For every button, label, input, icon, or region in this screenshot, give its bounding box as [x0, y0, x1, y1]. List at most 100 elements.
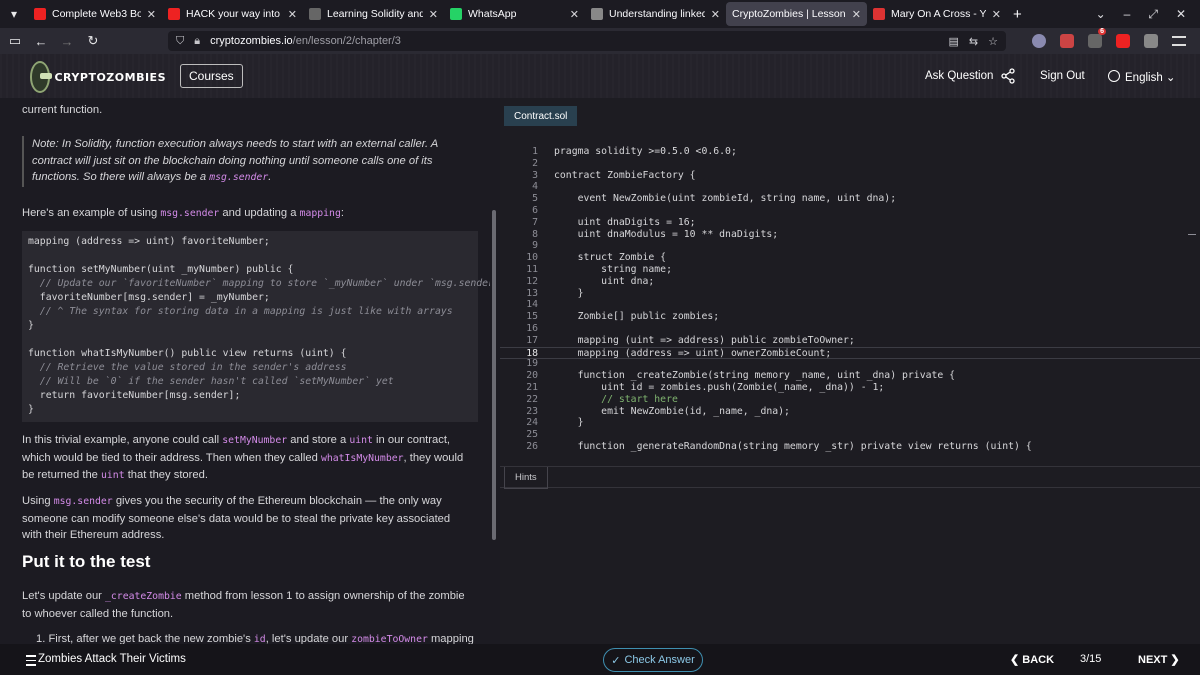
extension-shield-icon[interactable] — [1060, 34, 1074, 48]
code-line[interactable]: 6 — [500, 205, 1200, 217]
back-button[interactable]: ❮ BACK — [1010, 653, 1054, 666]
line-number: 7 — [532, 216, 538, 228]
tab-list-icon[interactable]: ▾ — [0, 0, 28, 28]
browser-tab[interactable]: Learning Solidity and Web ✕ — [303, 0, 444, 28]
hints-tab[interactable]: Hints — [504, 467, 548, 489]
extension-youtube-icon[interactable] — [1116, 34, 1130, 48]
code-line[interactable]: 11 string name; — [500, 264, 1200, 276]
code-line[interactable]: 14 — [500, 299, 1200, 311]
line-text: string name; — [554, 264, 672, 275]
check-answer-button[interactable]: ✓ Check Answer — [603, 648, 703, 672]
sign-out-link[interactable]: Sign Out — [1040, 70, 1085, 82]
code-line[interactable]: 18 mapping (address => uint) ownerZombie… — [500, 346, 1200, 359]
window-controls: ⌄ ‒ ⤢ ✕ — [1096, 0, 1200, 28]
share-icon[interactable] — [1000, 68, 1016, 84]
youtube-icon — [168, 8, 180, 20]
courses-button[interactable]: Courses — [180, 64, 243, 88]
code-line[interactable]: 7 uint dnaDigits = 16; — [500, 217, 1200, 229]
close-tab-icon[interactable]: ✕ — [711, 8, 720, 21]
close-tab-icon[interactable]: ✕ — [570, 8, 579, 21]
code-line[interactable]: 19 — [500, 358, 1200, 370]
line-number: 6 — [532, 205, 538, 216]
code-line[interactable]: 15 Zombie[] public zombies; — [500, 311, 1200, 323]
sidebar-toggle-icon[interactable]: ▭ — [4, 30, 26, 52]
close-window-icon[interactable]: ✕ — [1176, 7, 1186, 21]
example-code-b: mapping — [299, 208, 341, 219]
line-number: 14 — [526, 299, 538, 311]
trivial-text-a: In this trivial example, anyone could ca… — [22, 434, 220, 446]
code-line[interactable]: 16 — [500, 323, 1200, 335]
code-line[interactable]: 3 contract ZombieFactory { — [500, 170, 1200, 182]
code-line[interactable]: 24 } — [500, 417, 1200, 429]
editor-scroll-marker — [1188, 234, 1196, 235]
code-area[interactable]: 1 pragma solidity >=0.5.0 <0.6.0; 2 3 contra… — [500, 146, 1200, 452]
chapter-menu-icon[interactable] — [26, 655, 36, 669]
extensions-puzzle-icon[interactable] — [1144, 34, 1158, 48]
ask-question-link[interactable]: Ask Question — [925, 70, 993, 82]
chapter-title[interactable]: Zombies Attack Their Victims — [38, 653, 186, 665]
code-line[interactable]: 17 mapping (uint => address) public zomb… — [500, 335, 1200, 347]
extension-badge-icon[interactable]: 6 — [1088, 28, 1106, 48]
browser-tab[interactable]: Mary On A Cross - You ✕ — [867, 0, 1007, 28]
line-number: 12 — [526, 275, 538, 287]
bookmark-star-icon[interactable]: ☆ — [988, 35, 998, 48]
example-code-line — [28, 333, 472, 347]
close-tab-icon[interactable]: ✕ — [288, 8, 297, 21]
code-line[interactable]: 2 — [500, 158, 1200, 170]
extension-k-icon[interactable] — [1032, 34, 1046, 48]
app-header: CRYPTOZOMBIES Courses Ask Question Sign … — [0, 54, 1200, 98]
address-bar[interactable]: ⛉ 🔒︎ cryptozombies.io /en/lesson/2/chapt… — [168, 31, 1006, 51]
forward-arrow-icon[interactable]: → — [56, 30, 78, 52]
tab-title: Complete Web3 Bootcamp — [52, 8, 141, 20]
trivial-code-b: uint — [349, 435, 373, 446]
line-number: 19 — [526, 358, 538, 370]
reader-view-icon[interactable]: ▤ — [949, 35, 959, 48]
back-arrow-icon[interactable]: ← — [30, 30, 52, 52]
example-code-line: return favoriteNumber[msg.sender]; — [28, 390, 241, 401]
code-line[interactable]: 9 — [500, 240, 1200, 252]
code-line[interactable]: 8 uint dnaModulus = 10 ** dnaDigits; — [500, 229, 1200, 241]
code-line[interactable]: 23 emit NewZombie(id, _name, _dna); — [500, 406, 1200, 418]
shield-icon[interactable]: ⛉ — [176, 35, 184, 48]
logo-text: CRYPTOZOMBIES — [54, 70, 166, 84]
language-selector[interactable]: English ⌄ — [1125, 70, 1176, 84]
translate-icon[interactable]: ⇆ — [969, 35, 978, 48]
restore-icon[interactable]: ⤢ — [1148, 7, 1158, 22]
code-line[interactable]: 5 event NewZombie(uint zombieId, string … — [500, 193, 1200, 205]
file-tab-contract[interactable]: Contract.sol — [504, 106, 578, 126]
line-text: // start here — [554, 393, 678, 405]
put-it-to-the-test-heading: Put it to the test — [22, 552, 151, 571]
close-tab-icon[interactable]: ✕ — [992, 8, 1001, 21]
lesson-scrollbar[interactable] — [492, 210, 496, 540]
close-tab-icon[interactable]: ✕ — [147, 8, 156, 21]
code-line[interactable]: 26 function _generateRandomDna(string me… — [500, 441, 1200, 452]
browser-tab[interactable]: Understanding linked lists ✕ — [585, 0, 726, 28]
menu-hamburger-icon[interactable] — [1172, 36, 1186, 46]
using-code: msg.sender — [53, 496, 113, 507]
browser-tab[interactable]: HACK your way into a job ✕ — [162, 0, 303, 28]
code-line[interactable]: 25 — [500, 429, 1200, 441]
minimize-icon[interactable]: ‒ — [1124, 7, 1131, 21]
close-tab-icon[interactable]: ✕ — [852, 8, 861, 21]
code-line[interactable]: 22 // start here — [500, 394, 1200, 406]
code-line[interactable]: 12 uint dna; — [500, 276, 1200, 288]
code-line[interactable]: 10 struct Zombie { — [500, 252, 1200, 264]
code-line[interactable]: 20 function _createZombie(string memory … — [500, 370, 1200, 382]
example-code-line: function whatIsMyNumber() public view re… — [28, 348, 347, 359]
code-line[interactable]: 4 — [500, 181, 1200, 193]
browser-tab[interactable]: WhatsApp ✕ — [444, 0, 585, 28]
code-line[interactable]: 1 pragma solidity >=0.5.0 <0.6.0; — [500, 146, 1200, 158]
browser-tab-bar: ▾ Complete Web3 Bootcamp✕HACK your way i… — [0, 0, 1200, 28]
code-line[interactable]: 13 } — [500, 288, 1200, 300]
code-line[interactable]: 21 uint id = zombies.push(Zombie(_name, … — [500, 382, 1200, 394]
lock-icon[interactable]: 🔒︎ — [194, 35, 200, 48]
close-tab-icon[interactable]: ✕ — [429, 8, 438, 21]
next-button[interactable]: NEXT ❯ — [1138, 653, 1180, 666]
url-icons: ⛉ 🔒︎ — [176, 35, 200, 48]
chevron-down-icon[interactable]: ⌄ — [1096, 7, 1106, 21]
cryptozombies-logo[interactable]: CRYPTOZOMBIES — [30, 60, 166, 94]
browser-tab[interactable]: CryptoZombies | Lesson 2 Ch ✕ — [726, 2, 867, 26]
reload-icon[interactable]: ↻ — [82, 30, 104, 52]
new-tab-icon[interactable]: + — [1007, 0, 1033, 28]
browser-tab[interactable]: Complete Web3 Bootcamp ✕ — [28, 0, 162, 28]
